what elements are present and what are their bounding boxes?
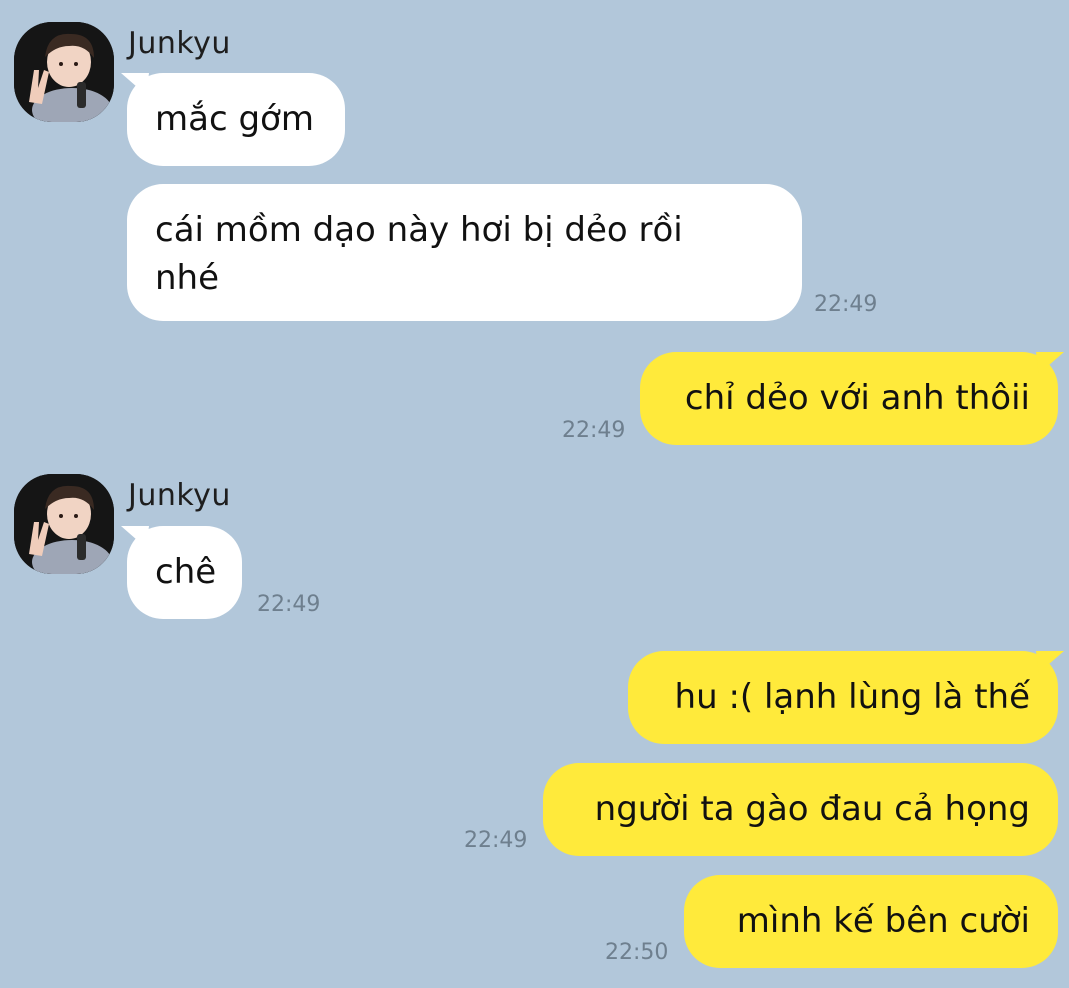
profile-photo-icon	[14, 474, 114, 574]
outgoing-message[interactable]: chỉ dẻo với anh thôii	[640, 352, 1058, 445]
message-timestamp: 22:49	[562, 418, 626, 443]
contact-avatar[interactable]	[14, 474, 114, 574]
chat-area[interactable]: Junkyu mắc gớm cái mồm dạo này hơi bị dẻ…	[0, 0, 1069, 988]
incoming-message[interactable]: cái mồm dạo này hơi bị dẻo rồi nhé	[127, 184, 802, 321]
incoming-message[interactable]: mắc gớm	[127, 73, 345, 166]
outgoing-message[interactable]: mình kế bên cười	[684, 875, 1058, 968]
message-timestamp: 22:49	[814, 292, 878, 317]
message-timestamp: 22:49	[464, 828, 528, 853]
contact-avatar[interactable]	[14, 22, 114, 122]
message-timestamp: 22:49	[257, 592, 321, 617]
sender-name: Junkyu	[128, 478, 231, 513]
sender-name: Junkyu	[128, 26, 231, 61]
incoming-message[interactable]: chê	[127, 526, 242, 619]
message-timestamp: 22:50	[605, 940, 669, 965]
outgoing-message[interactable]: người ta gào đau cả họng	[543, 763, 1058, 856]
outgoing-message[interactable]: hu :( lạnh lùng là thế	[628, 651, 1058, 744]
profile-photo-icon	[14, 22, 114, 122]
